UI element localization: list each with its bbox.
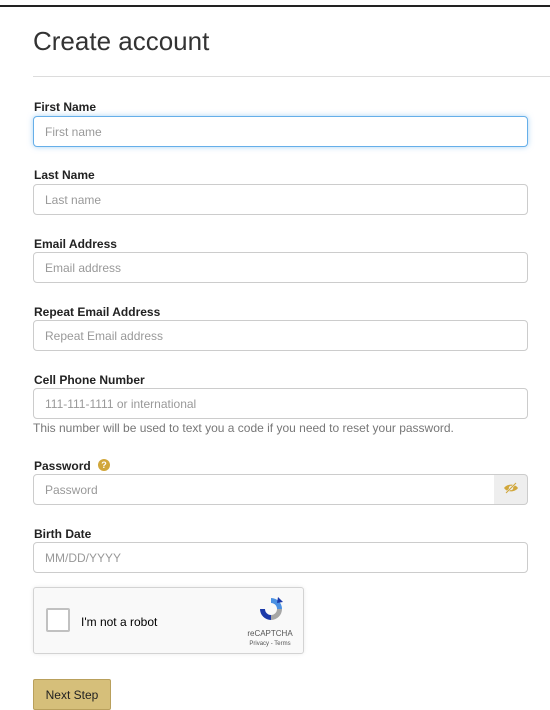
last-name-label: Last Name [34,168,95,182]
recaptcha-privacy-terms-link[interactable]: Privacy - Terms [239,641,301,647]
password-input[interactable] [33,474,495,505]
recaptcha-logo-icon [258,596,284,627]
question-circle-icon[interactable]: ? [98,459,110,471]
last-name-input[interactable] [33,184,528,215]
recaptcha-brand-text: reCAPTCHA [247,629,293,638]
repeat-email-label: Repeat Email Address [34,305,161,319]
title-divider [33,76,550,77]
recaptcha-label: I'm not a robot [81,615,158,629]
phone-input[interactable] [33,388,528,419]
password-group [33,474,528,505]
phone-help-text: This number will be used to text you a c… [33,421,454,435]
birth-date-label: Birth Date [34,527,92,541]
email-label: Email Address [34,237,117,251]
next-step-button[interactable]: Next Step [33,679,111,710]
recaptcha-widget: I'm not a robot reCAPTCHA Privacy - Term… [33,587,304,654]
password-toggle-button[interactable] [494,474,528,505]
repeat-email-input[interactable] [33,320,528,351]
first-name-label: First Name [34,100,97,114]
birth-date-input[interactable] [33,542,528,573]
recaptcha-branding: reCAPTCHA Privacy - Terms [239,588,301,655]
recaptcha-checkbox[interactable] [46,608,70,632]
password-label: Password [34,459,91,473]
eye-slash-icon [503,481,519,499]
page-title: Create account [33,26,210,56]
phone-label: Cell Phone Number [34,373,145,387]
email-input[interactable] [33,252,528,283]
top-border [0,5,550,7]
first-name-input[interactable] [33,116,528,147]
